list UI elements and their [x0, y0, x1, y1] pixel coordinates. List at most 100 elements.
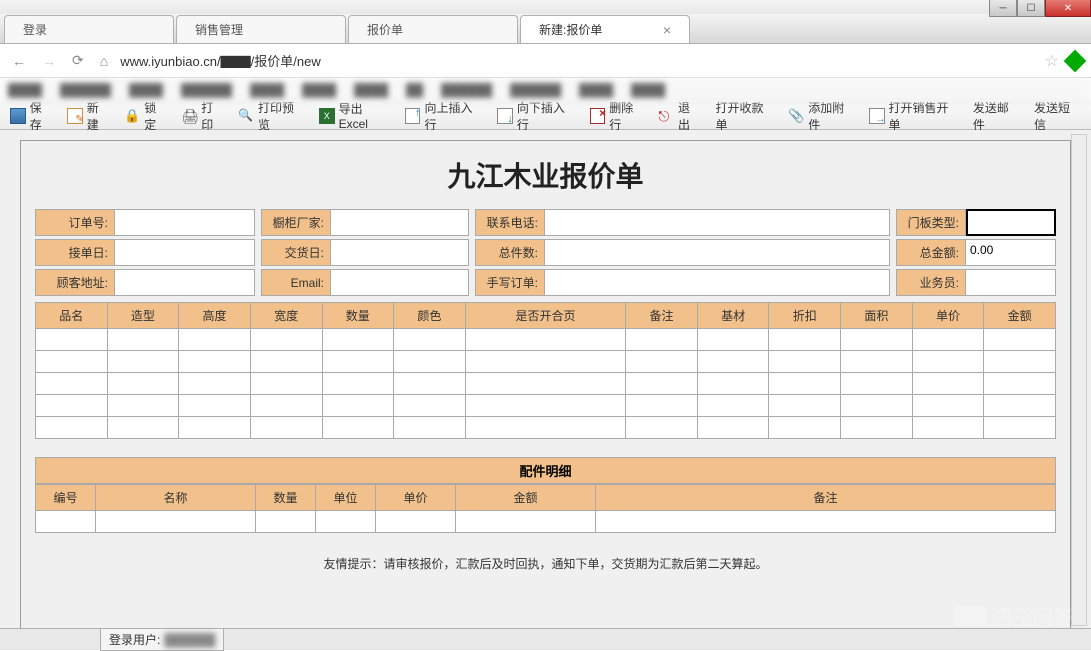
send-mail-button[interactable]: 发送邮件 — [967, 97, 1026, 135]
lock-button[interactable]: 锁定 — [118, 97, 173, 135]
phone-field[interactable] — [545, 209, 890, 236]
table-cell[interactable] — [36, 511, 96, 533]
save-button[interactable]: 保存 — [4, 97, 59, 135]
table-cell[interactable] — [179, 417, 251, 439]
export-excel-button[interactable]: 导出Excel — [313, 98, 397, 133]
table-cell[interactable] — [841, 417, 913, 439]
table-cell[interactable] — [912, 329, 984, 351]
address-input[interactable] — [120, 53, 1036, 68]
table-cell[interactable] — [394, 373, 466, 395]
table-cell[interactable] — [697, 373, 769, 395]
bookmark-star-icon[interactable]: ☆ — [1045, 51, 1059, 71]
total-qty-field[interactable] — [545, 239, 890, 266]
reload-icon[interactable]: ⟳ — [68, 50, 88, 71]
table-row[interactable] — [36, 373, 1056, 395]
table-cell[interactable] — [697, 395, 769, 417]
table-cell[interactable] — [697, 329, 769, 351]
table-cell[interactable] — [179, 351, 251, 373]
table-row[interactable] — [36, 395, 1056, 417]
table-cell[interactable] — [36, 395, 108, 417]
print-button[interactable]: 打印 — [175, 97, 230, 135]
forward-icon[interactable]: → — [38, 51, 60, 71]
table-cell[interactable] — [626, 395, 698, 417]
table-cell[interactable] — [984, 351, 1056, 373]
table-cell[interactable] — [322, 417, 394, 439]
table-cell[interactable] — [841, 329, 913, 351]
exit-button[interactable]: 退出 — [652, 97, 707, 135]
table-cell[interactable] — [36, 329, 108, 351]
table-cell[interactable] — [769, 373, 841, 395]
recv-date-field[interactable] — [115, 239, 255, 266]
table-cell[interactable] — [465, 351, 625, 373]
new-button[interactable]: 新建 — [61, 97, 116, 135]
open-sales-button[interactable]: 打开销售开单 — [863, 97, 965, 135]
table-cell[interactable] — [107, 417, 179, 439]
table-cell[interactable] — [394, 351, 466, 373]
table-row[interactable] — [36, 351, 1056, 373]
tab-sales-mgmt[interactable]: 销售管理 — [176, 15, 346, 43]
table-cell[interactable] — [250, 351, 322, 373]
tab-login[interactable]: 登录 — [4, 15, 174, 43]
back-icon[interactable]: ← — [8, 51, 30, 71]
table-cell[interactable] — [322, 329, 394, 351]
table-cell[interactable] — [107, 329, 179, 351]
table-cell[interactable] — [769, 351, 841, 373]
table-cell[interactable] — [769, 395, 841, 417]
tab-quote[interactable]: 报价单 — [348, 15, 518, 43]
table-cell[interactable] — [841, 351, 913, 373]
table-cell[interactable] — [376, 511, 456, 533]
table-row[interactable] — [36, 329, 1056, 351]
table-cell[interactable] — [984, 329, 1056, 351]
total-amt-field[interactable] — [966, 239, 1056, 266]
insert-row-below-button[interactable]: 向下插入行 — [491, 97, 581, 135]
table-cell[interactable] — [912, 417, 984, 439]
table-cell[interactable] — [456, 511, 596, 533]
table-cell[interactable] — [179, 329, 251, 351]
table-cell[interactable] — [394, 329, 466, 351]
table-cell[interactable] — [36, 373, 108, 395]
cabinet-field[interactable] — [331, 209, 469, 236]
table-cell[interactable] — [841, 373, 913, 395]
table-cell[interactable] — [626, 417, 698, 439]
vertical-scrollbar[interactable] — [1071, 134, 1087, 626]
table-cell[interactable] — [697, 351, 769, 373]
table-cell[interactable] — [250, 417, 322, 439]
table-cell[interactable] — [107, 351, 179, 373]
table-cell[interactable] — [250, 329, 322, 351]
extension-icon[interactable] — [1064, 49, 1087, 72]
table-cell[interactable] — [465, 373, 625, 395]
insert-row-above-button[interactable]: 向上插入行 — [399, 97, 489, 135]
table-cell[interactable] — [107, 373, 179, 395]
open-receipt-button[interactable]: 打开收款单 — [709, 97, 780, 135]
table-cell[interactable] — [912, 373, 984, 395]
table-cell[interactable] — [179, 373, 251, 395]
table-cell[interactable] — [256, 511, 316, 533]
send-sms-button[interactable]: 发送短信 — [1028, 97, 1087, 135]
table-cell[interactable] — [107, 395, 179, 417]
window-minimize-button[interactable]: ─ — [989, 0, 1017, 17]
table-cell[interactable] — [912, 395, 984, 417]
table-row[interactable] — [36, 511, 1056, 533]
window-close-button[interactable]: ✕ — [1045, 0, 1091, 17]
parts-table[interactable]: 编号名称数量单位单价金额备注 — [35, 484, 1056, 533]
table-cell[interactable] — [322, 395, 394, 417]
table-cell[interactable] — [322, 351, 394, 373]
add-attachment-button[interactable]: 添加附件 — [782, 97, 861, 135]
table-cell[interactable] — [316, 511, 376, 533]
table-cell[interactable] — [465, 329, 625, 351]
main-items-table[interactable]: 品名造型高度宽度数量颜色是否开合页备注基材折扣面积单价金额 — [35, 302, 1056, 439]
table-cell[interactable] — [322, 373, 394, 395]
table-cell[interactable] — [394, 417, 466, 439]
table-row[interactable] — [36, 417, 1056, 439]
table-cell[interactable] — [984, 417, 1056, 439]
table-cell[interactable] — [394, 395, 466, 417]
window-maximize-button[interactable]: ☐ — [1017, 0, 1045, 17]
tab-new-quote[interactable]: 新建:报价单 × — [520, 15, 690, 43]
table-cell[interactable] — [984, 373, 1056, 395]
order-no-field[interactable] — [115, 209, 255, 236]
table-cell[interactable] — [984, 395, 1056, 417]
table-cell[interactable] — [250, 395, 322, 417]
table-cell[interactable] — [626, 373, 698, 395]
panel-type-field[interactable] — [966, 209, 1056, 236]
table-cell[interactable] — [626, 329, 698, 351]
